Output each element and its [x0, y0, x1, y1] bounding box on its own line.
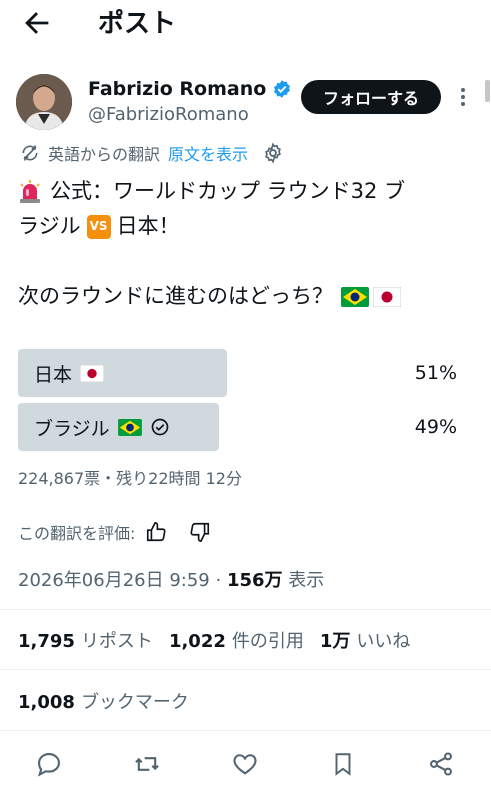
- poll-option-1-label: 日本: [34, 363, 73, 386]
- verified-badge-icon: [274, 80, 291, 98]
- back-arrow-icon: [25, 12, 49, 34]
- tweet-line-2-text-b: 日本！: [116, 214, 180, 238]
- siren-icon: [18, 179, 42, 205]
- divider: [0, 730, 491, 731]
- bookmark-button[interactable]: [327, 748, 359, 780]
- tweet-line-1: 公式：ワールドカップ ラウンド32 ブ: [18, 174, 478, 209]
- heart-icon: [233, 754, 257, 775]
- translation-note: 英語からの翻訳: [48, 145, 161, 164]
- reply-icon: [37, 753, 60, 777]
- page-title: ポスト: [98, 9, 177, 39]
- bookmarks-stat[interactable]: 1,008 ブックマーク: [18, 688, 189, 714]
- view-count-label: 表示: [288, 570, 325, 591]
- poll-option-2-percent: 49%: [414, 416, 457, 438]
- tweet-line-2: ラジル VS 日本！: [18, 209, 478, 244]
- thumbs-down-icon[interactable]: [189, 521, 211, 543]
- share-icon: [430, 752, 452, 776]
- tweet-text: 公式：ワールドカップ ラウンド32 ブ ラジル VS 日本！ 次のラウンドに進む…: [18, 174, 478, 314]
- repost-button[interactable]: [131, 748, 163, 780]
- reply-button[interactable]: [33, 748, 65, 780]
- top-bar: ポスト: [0, 0, 491, 52]
- japan-flag-icon: [373, 286, 401, 307]
- author-name-text: Fabrizio Romano: [88, 78, 267, 100]
- view-count: 156万: [226, 570, 283, 591]
- timestamp-row: 2026年06月26日 9:59 · 156万 表示: [18, 566, 324, 592]
- poll-option-1-percent: 51%: [414, 362, 457, 384]
- action-bar: [0, 740, 491, 786]
- translate-icon: [22, 145, 38, 161]
- show-original-link[interactable]: 原文を表示: [168, 141, 248, 165]
- avatar[interactable]: [16, 74, 72, 130]
- likes-stat[interactable]: 1万 いいね: [320, 627, 411, 653]
- poll-option-2[interactable]: ブラジル: [34, 403, 170, 451]
- brazil-flag-icon: [341, 286, 369, 307]
- thumbs-up-icon[interactable]: [145, 521, 167, 543]
- divider: [0, 609, 491, 610]
- share-button[interactable]: [425, 748, 457, 780]
- author-name[interactable]: Fabrizio Romano: [88, 78, 292, 100]
- selected-check-icon: [151, 418, 168, 436]
- more-vertical-icon: [461, 88, 465, 106]
- poll-meta: 224,867票・残り22時間 12分: [18, 469, 242, 488]
- poll-option-1[interactable]: 日本: [34, 349, 105, 397]
- vs-badge-icon: VS: [86, 214, 111, 239]
- tweet-line-1-text: 公式：ワールドカップ ラウンド32 ブ: [50, 179, 406, 203]
- translation-row: 英語からの翻訳 原文を表示: [20, 142, 284, 164]
- bookmark-icon: [335, 753, 351, 776]
- japan-flag-icon: [80, 364, 105, 382]
- tweet-line-3-text: 次のラウンドに進むのはどっち？: [18, 284, 333, 308]
- more-options-button[interactable]: [455, 86, 471, 108]
- divider: [0, 669, 491, 670]
- brazil-flag-icon: [117, 418, 142, 436]
- engagement-stats: 1,795 リポスト 1,022 件の引用 1万 いいね: [18, 627, 410, 653]
- post-date[interactable]: 2026年06月26日 9:59: [18, 570, 210, 591]
- tweet-line-2-text-a: ラジル: [18, 214, 81, 238]
- reposts-stat[interactable]: 1,795 リポスト: [18, 627, 153, 653]
- gear-icon[interactable]: [262, 142, 284, 164]
- like-button[interactable]: [229, 748, 261, 780]
- scrollbar[interactable]: [485, 80, 490, 102]
- follow-button[interactable]: フォローする: [301, 80, 441, 114]
- poll-option-2-label: ブラジル: [34, 417, 110, 440]
- quotes-stat[interactable]: 1,022 件の引用: [169, 627, 304, 653]
- avatar-image: [16, 74, 72, 130]
- repost-icon: [135, 757, 159, 771]
- tweet-line-3: 次のラウンドに進むのはどっち？: [18, 279, 478, 314]
- author-handle[interactable]: @FabrizioRomano: [88, 104, 249, 125]
- timestamp-separator: ·: [215, 570, 222, 591]
- back-button[interactable]: [20, 6, 60, 42]
- rate-translation-label: この翻訳を評価:: [18, 524, 136, 543]
- rate-translation-row: この翻訳を評価:: [18, 520, 211, 544]
